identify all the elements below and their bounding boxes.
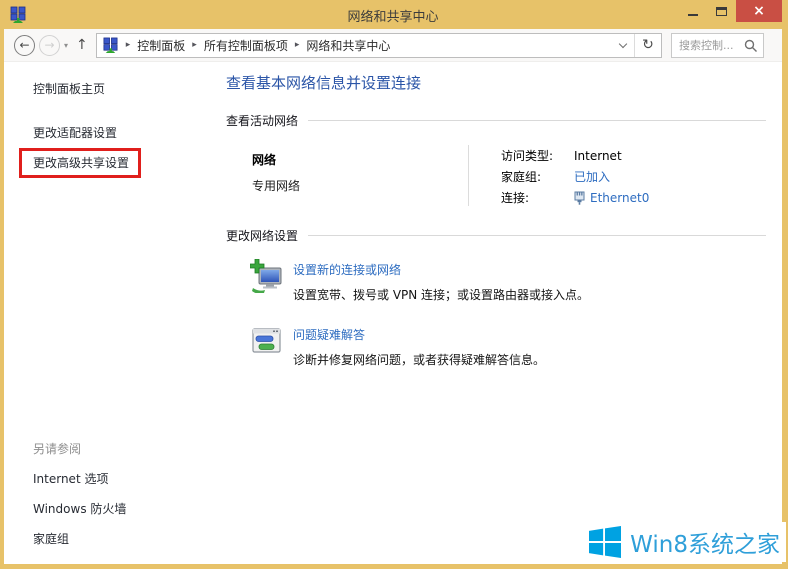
back-icon: ←: [19, 38, 30, 52]
sidebar-item-control-panel-home[interactable]: 控制面板主页: [33, 80, 105, 97]
address-dropdown-button[interactable]: [612, 34, 634, 57]
network-app-icon: [10, 6, 26, 23]
sidebar-item-internet-options[interactable]: Internet 选项: [33, 470, 108, 487]
network-sharing-center-window: 网络和共享中心 × ← → ▾ ↑ ▸ 控制面板 ▸ 所有控制面板项 ▸ 网络和…: [0, 0, 788, 569]
titlebar: 网络和共享中心 ×: [4, 0, 782, 29]
up-arrow-icon: ↑: [76, 37, 88, 53]
troubleshoot-description: 诊断并修复网络问题，或者获得疑难解答信息。: [293, 353, 546, 367]
watermark-text: Win8系统之家: [630, 532, 780, 558]
active-networks-section-header: 查看活动网络: [226, 112, 766, 129]
section-rule: [308, 235, 766, 236]
change-settings-section-header: 更改网络设置: [226, 227, 766, 244]
breadcrumb-chevron-icon: ▸: [192, 40, 197, 50]
search-box: [671, 32, 764, 58]
sidebar-item-homegroup[interactable]: 家庭组: [33, 530, 69, 547]
section-rule: [308, 120, 766, 121]
homegroup-joined-link[interactable]: 已加入: [574, 168, 610, 185]
window-title: 网络和共享中心: [347, 10, 439, 25]
address-toolbar: ← → ▾ ↑ ▸ 控制面板 ▸ 所有控制面板项 ▸ 网络和共享中心 ↻: [4, 29, 782, 62]
minimize-icon: [687, 14, 698, 16]
caret-down-icon: ▾: [64, 40, 69, 50]
setup-new-connection-item: 设置新的连接或网络 设置宽带、拨号或 VPN 连接；或设置路由器或接入点。: [250, 259, 766, 303]
sidebar-see-also-section: 另请参阅 Internet 选项 Windows 防火墙 家庭组: [4, 440, 216, 547]
content-area: 控制面板主页 更改适配器设置 更改高级共享设置 另请参阅 Internet 选项…: [4, 62, 782, 563]
network-name: 网络: [252, 153, 277, 167]
window-controls: ×: [678, 0, 782, 22]
windows-logo-icon: [589, 526, 622, 558]
troubleshoot-link[interactable]: 问题疑难解答: [293, 326, 365, 343]
breadcrumb-chevron-icon: ▸: [125, 40, 131, 50]
forward-icon: →: [44, 38, 55, 52]
detail-row-connections: 连接: Ethernet0: [501, 187, 649, 208]
setup-new-connection-link[interactable]: 设置新的连接或网络: [293, 261, 401, 278]
sidebar-item-change-adapter-settings[interactable]: 更改适配器设置: [33, 124, 117, 141]
maximize-button[interactable]: [707, 0, 736, 22]
access-type-value: Internet: [574, 148, 622, 163]
troubleshoot-text: 问题疑难解答 诊断并修复网络问题，或者获得疑难解答信息。: [293, 324, 545, 368]
section-label: 更改网络设置: [226, 229, 299, 243]
network-type: 专用网络: [252, 179, 301, 193]
sidebar-item-change-advanced-sharing-settings[interactable]: 更改高级共享设置: [33, 154, 129, 171]
breadcrumb-network-sharing[interactable]: 网络和共享中心: [306, 37, 390, 54]
ethernet0-link[interactable]: Ethernet0: [590, 191, 649, 205]
setup-new-connection-description: 设置宽带、拨号或 VPN 连接；或设置路由器或接入点。: [293, 288, 590, 302]
search-icon: [744, 39, 757, 52]
troubleshoot-icon: [252, 328, 281, 353]
active-network-item: 网络 专用网络 访问类型: Internet 家庭组: 已加入 连接: Ethe…: [252, 143, 766, 208]
breadcrumb-control-panel[interactable]: 控制面板: [137, 37, 185, 54]
ethernet-icon: [574, 191, 585, 205]
red-highlight-box: 更改高级共享设置: [19, 148, 142, 178]
see-also-header: 另请参阅: [33, 442, 82, 456]
recent-pages-button[interactable]: ▾: [64, 41, 68, 50]
network-identity: 网络 专用网络: [252, 143, 468, 208]
address-bar[interactable]: ▸ 控制面板 ▸ 所有控制面板项 ▸ 网络和共享中心 ↻: [95, 32, 662, 58]
watermark: Win8系统之家: [581, 522, 786, 562]
network-location-icon: [103, 37, 118, 53]
minimize-button[interactable]: [678, 0, 707, 22]
refresh-button[interactable]: ↻: [634, 33, 661, 57]
close-button[interactable]: ×: [736, 0, 782, 22]
breadcrumb-all-items[interactable]: 所有控制面板项: [204, 37, 288, 54]
detail-label: 连接:: [501, 191, 530, 205]
setup-new-connection-text: 设置新的连接或网络 设置宽带、拨号或 VPN 连接；或设置路由器或接入点。: [293, 259, 589, 303]
main-panel: 查看基本网络信息并设置连接 查看活动网络 网络 专用网络 访问类型: Inter…: [216, 62, 782, 563]
detail-label: 访问类型:: [501, 149, 554, 163]
detail-row-homegroup: 家庭组: 已加入: [501, 166, 649, 187]
detail-label: 家庭组:: [501, 170, 542, 184]
refresh-icon: ↻: [642, 37, 654, 53]
maximize-icon: [716, 6, 727, 16]
page-title: 查看基本网络信息并设置连接: [226, 74, 422, 92]
sidebar-item-windows-firewall[interactable]: Windows 防火墙: [33, 500, 126, 517]
close-icon: ×: [753, 3, 765, 19]
network-details: 访问类型: Internet 家庭组: 已加入 连接: Ethernet0: [469, 143, 649, 208]
breadcrumb-chevron-icon: ▸: [294, 40, 300, 50]
new-connection-icon: [250, 259, 282, 293]
detail-row-access-type: 访问类型: Internet: [501, 145, 649, 166]
up-button[interactable]: ↑: [76, 37, 88, 53]
sidebar: 控制面板主页 更改适配器设置 更改高级共享设置 另请参阅 Internet 选项…: [4, 62, 216, 563]
chevron-down-icon: [618, 39, 628, 48]
troubleshoot-item: 问题疑难解答 诊断并修复网络问题，或者获得疑难解答信息。: [250, 324, 766, 368]
section-label: 查看活动网络: [226, 114, 299, 128]
back-button[interactable]: ←: [14, 34, 35, 56]
forward-button[interactable]: →: [39, 34, 60, 56]
